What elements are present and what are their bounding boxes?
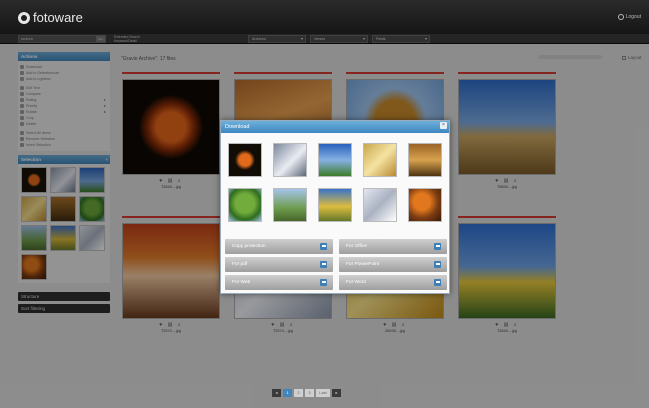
close-icon[interactable]: × bbox=[440, 122, 447, 129]
for-office-button[interactable]: For Office bbox=[339, 239, 447, 254]
top-bar: fotoware Logout bbox=[0, 0, 649, 34]
download-icon bbox=[320, 243, 327, 250]
dialog-title: Download bbox=[225, 124, 250, 130]
pagination: ◂ 1 2 3 Last ▸ bbox=[272, 389, 341, 397]
fotoware-logo[interactable]: fotoware bbox=[18, 10, 83, 25]
download-dialog: Download × Copy protection For Office Fo… bbox=[220, 120, 450, 294]
logout-button[interactable]: Logout bbox=[617, 14, 641, 20]
power-icon bbox=[617, 14, 624, 20]
last-page-button[interactable]: Last bbox=[316, 389, 330, 397]
next-page-button[interactable]: ▸ bbox=[332, 389, 341, 397]
copy-protection-button[interactable]: Copy protection bbox=[225, 239, 333, 254]
page-button-3[interactable]: 3 bbox=[305, 389, 314, 397]
dialog-thumb[interactable] bbox=[363, 188, 397, 222]
for-pdf-button[interactable]: For pdf bbox=[225, 257, 333, 272]
logo-text: fotoware bbox=[33, 10, 83, 25]
dialog-thumb[interactable] bbox=[273, 143, 307, 177]
button-label: For Word bbox=[346, 280, 366, 285]
dialog-thumb[interactable] bbox=[408, 143, 442, 177]
dialog-thumb[interactable] bbox=[363, 143, 397, 177]
download-icon bbox=[434, 243, 441, 250]
download-icon bbox=[434, 279, 441, 286]
button-label: For Web bbox=[232, 280, 251, 285]
for-powerpoint-button[interactable]: For PowerPoint bbox=[339, 257, 447, 272]
for-word-button[interactable]: For Word bbox=[339, 275, 447, 290]
download-icon bbox=[320, 279, 327, 286]
download-icon bbox=[320, 261, 327, 268]
logout-label: Logout bbox=[625, 14, 641, 20]
dialog-thumb[interactable] bbox=[228, 143, 262, 177]
dialog-thumb[interactable] bbox=[408, 188, 442, 222]
page-button-1[interactable]: 1 bbox=[283, 389, 292, 397]
dialog-thumb[interactable] bbox=[228, 188, 262, 222]
button-label: Copy protection bbox=[232, 244, 266, 249]
dialog-thumb[interactable] bbox=[318, 188, 352, 222]
dialog-thumb[interactable] bbox=[318, 143, 352, 177]
button-label: For PowerPoint bbox=[346, 262, 380, 267]
dialog-header: Download × bbox=[221, 121, 449, 133]
prev-page-button[interactable]: ◂ bbox=[272, 389, 281, 397]
for-web-button[interactable]: For Web bbox=[225, 275, 333, 290]
dialog-thumbnail-grid bbox=[228, 143, 442, 222]
button-label: For pdf bbox=[232, 262, 248, 267]
button-label: For Office bbox=[346, 244, 367, 249]
download-icon bbox=[434, 261, 441, 268]
page-button-2[interactable]: 2 bbox=[294, 389, 303, 397]
logo-mark-icon bbox=[18, 11, 30, 24]
download-option-buttons: Copy protection For Office For pdf For P… bbox=[225, 239, 447, 290]
dialog-thumb[interactable] bbox=[273, 188, 307, 222]
